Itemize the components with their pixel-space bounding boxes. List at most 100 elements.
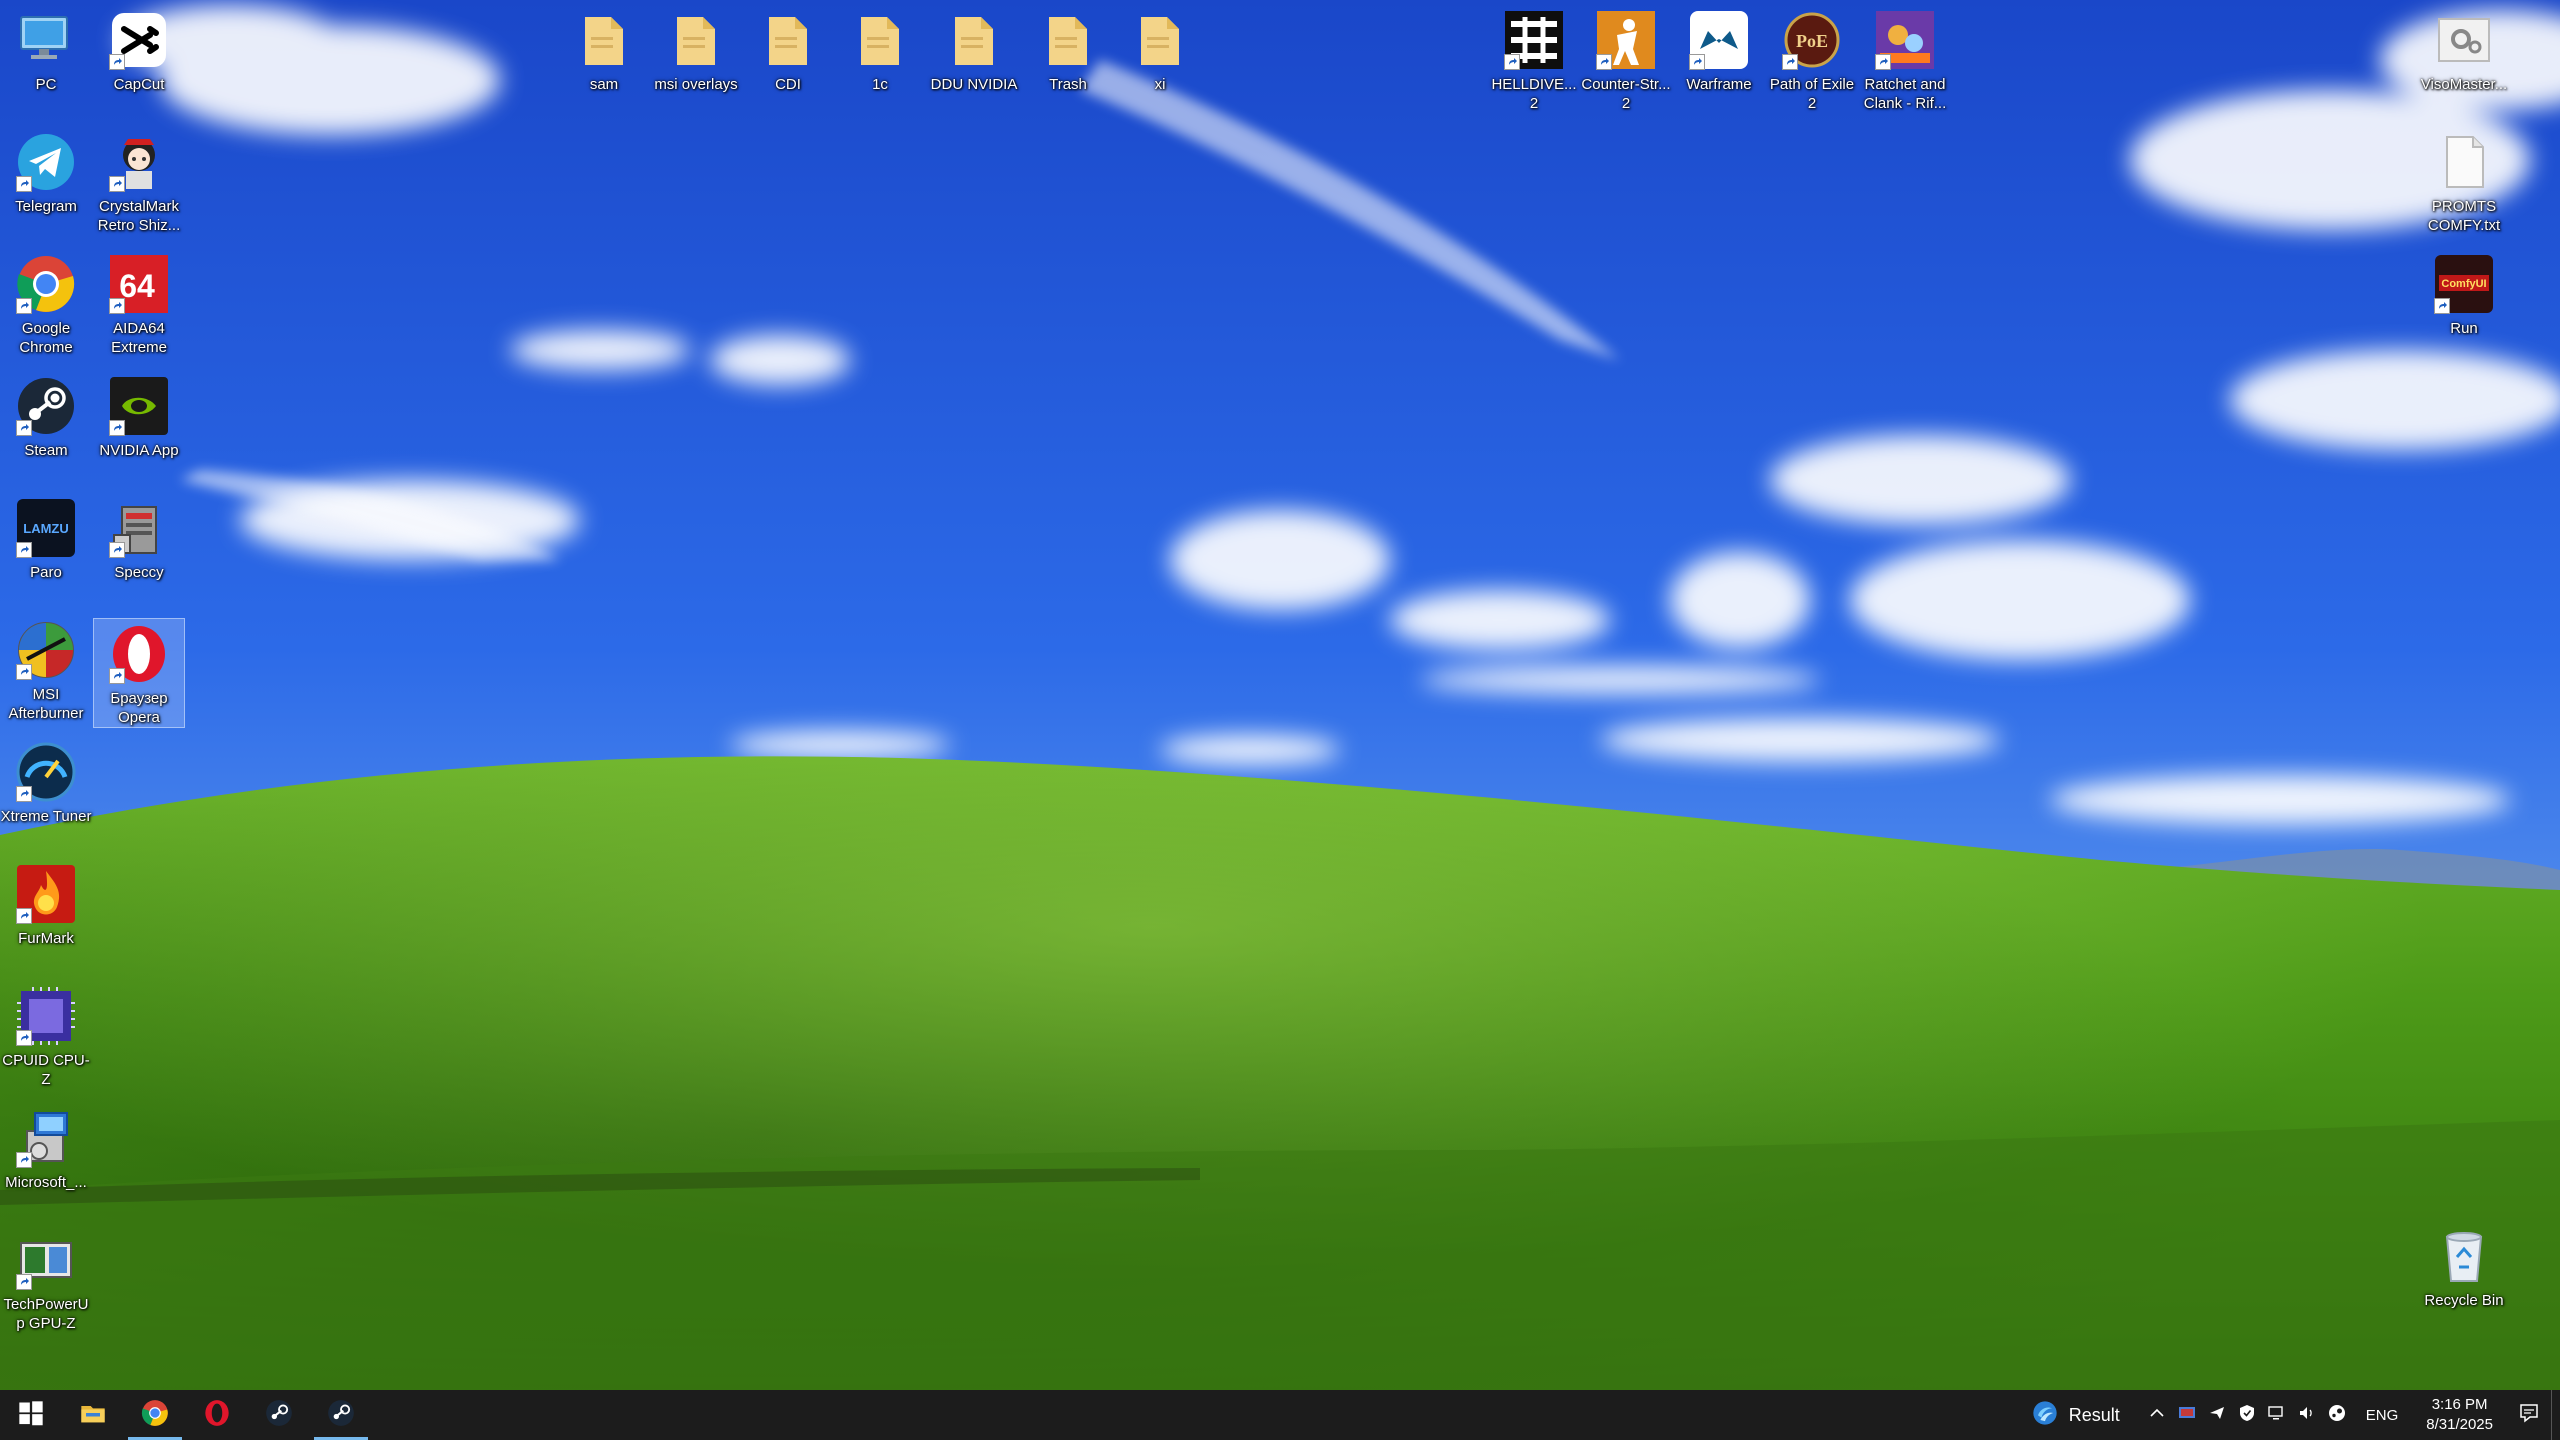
- desktop-icon-label: Speccy: [114, 564, 164, 581]
- taskbar-steam-window[interactable]: [310, 1390, 372, 1440]
- desktop-icon-recycle-bin[interactable]: Recycle Bin: [2418, 1220, 2510, 1311]
- desktop-icon-trash[interactable]: Trash: [1022, 4, 1114, 95]
- desktop-icon-prompts[interactable]: PROMTS COMFY.txt: [2418, 126, 2510, 236]
- desktop-icon-xtreme-tuner[interactable]: Xtreme Tuner: [0, 736, 92, 827]
- desktop-icon-label: Steam: [24, 442, 68, 459]
- desktop-icon-label: Trash: [1049, 76, 1087, 93]
- shortcut-arrow-icon: [1596, 54, 1612, 70]
- counter-strike-icon: [1595, 9, 1657, 71]
- notification-center-button[interactable]: [2507, 1390, 2551, 1440]
- desktop-icon-furmark[interactable]: FurMark: [0, 858, 92, 949]
- shortcut-arrow-icon: [16, 1274, 32, 1290]
- clock[interactable]: 3:16 PM 8/31/2025: [2412, 1395, 2507, 1435]
- furmark-icon: [15, 863, 77, 925]
- shortcut-arrow-icon: [16, 1152, 32, 1168]
- desktop-icon-warframe[interactable]: Warframe: [1673, 4, 1765, 95]
- desktop-icon-ddu-nvidia[interactable]: DDU NVIDIA: [928, 4, 1020, 95]
- desktop-icon-msi-afterburner[interactable]: MSI Afterburner: [0, 614, 92, 724]
- desktop-icon-label: HELLDIVE... 2: [1491, 76, 1577, 112]
- steam-icon: [265, 1399, 293, 1432]
- tray-security[interactable]: [2232, 1390, 2262, 1440]
- shortcut-arrow-icon: [2434, 298, 2450, 314]
- taskbar-chrome[interactable]: [124, 1390, 186, 1440]
- start-button[interactable]: [0, 1390, 62, 1440]
- desktop-icon-label: Telegram: [15, 198, 77, 215]
- shortcut-arrow-icon: [16, 908, 32, 924]
- tray-app-2[interactable]: [2202, 1390, 2232, 1440]
- desktop-icon-gpuz[interactable]: TechPowerUp GPU-Z: [0, 1224, 92, 1334]
- shortcut-arrow-icon: [109, 54, 125, 70]
- desktop-icon-capcut[interactable]: CapCut: [93, 4, 185, 95]
- desktop-icon-ratchet[interactable]: Ratchet and Clank - Rif...: [1859, 4, 1951, 114]
- opera-icon: [108, 623, 170, 685]
- desktop-icon-label: 1c: [872, 76, 888, 93]
- afterburner-icon: [15, 619, 77, 681]
- steam-icon: [2327, 1403, 2347, 1428]
- desktop-icon-label: CDI: [775, 76, 801, 93]
- xtreme-tuner-icon: [15, 741, 77, 803]
- installer-icon: [15, 1107, 77, 1169]
- desktop-icon-sam[interactable]: sam: [558, 4, 650, 95]
- desktop-icon-speccy[interactable]: Speccy: [93, 492, 185, 583]
- tray-app-1[interactable]: [2172, 1390, 2202, 1440]
- show-hidden-icons-button[interactable]: [2142, 1390, 2172, 1440]
- shortcut-arrow-icon: [16, 420, 32, 436]
- desktop-icon-pc[interactable]: PC: [0, 4, 92, 95]
- desktop-icon-visomaster[interactable]: VisoMaster...: [2418, 4, 2510, 95]
- airplane-icon: [2207, 1403, 2227, 1428]
- telegram-icon: [15, 131, 77, 193]
- desktop-icon-path-of-exile[interactable]: PoE Path of Exile 2: [1766, 4, 1858, 114]
- desktop-icon-msi-overlays[interactable]: msi overlays: [650, 4, 742, 95]
- desktop-icon-label: Path of Exile 2: [1769, 76, 1855, 112]
- desktop-icon-chrome[interactable]: Google Chrome: [0, 248, 92, 358]
- desktop-icon-label: AIDA64 Extreme: [111, 320, 167, 356]
- shortcut-arrow-icon: [16, 786, 32, 802]
- desktop-icon-cpuz[interactable]: CPUID CPU-Z: [0, 980, 92, 1090]
- desktop-icon-run[interactable]: ComfyUI Run: [2418, 248, 2510, 339]
- shortcut-arrow-icon: [1875, 54, 1891, 70]
- desktop-wallpaper: [0, 0, 2560, 1440]
- taskbar-opera[interactable]: [186, 1390, 248, 1440]
- shortcut-arrow-icon: [109, 298, 125, 314]
- monitor-app-icon: [2177, 1403, 2197, 1428]
- chevron-up-icon: [2147, 1403, 2167, 1428]
- desktop-icon-helldivers[interactable]: HELLDIVE... 2: [1488, 4, 1580, 114]
- desktop-icon-microsoft[interactable]: Microsoft_...: [0, 1102, 92, 1193]
- cpuz-icon: [15, 985, 77, 1047]
- desktop-icon-steam[interactable]: Steam: [0, 370, 92, 461]
- desktop-icon-telegram[interactable]: Telegram: [0, 126, 92, 217]
- desktop-icon-label: Paro: [30, 564, 62, 581]
- desktop-icon-label: Google Chrome: [19, 320, 73, 356]
- tray-network[interactable]: [2262, 1390, 2292, 1440]
- show-desktop-button[interactable]: [2551, 1390, 2560, 1440]
- desktop-icon-opera[interactable]: Браузер Opera: [93, 618, 185, 728]
- capcut-icon: [108, 9, 170, 71]
- weather-widget[interactable]: Result: [2009, 1390, 2142, 1440]
- desktop-icon-cdi[interactable]: CDI: [742, 4, 834, 95]
- shortcut-arrow-icon: [16, 664, 32, 680]
- desktop-icon-counter-strike[interactable]: Counter-Str... 2: [1580, 4, 1672, 114]
- desktop-icon-label: Xtreme Tuner: [0, 808, 92, 825]
- windows-start-icon: [17, 1399, 45, 1432]
- desktop-icon-label: msi overlays: [654, 76, 738, 93]
- desktop-icon-label: PC: [35, 76, 57, 93]
- folder-icon: [665, 9, 727, 71]
- folder-icon: [1129, 9, 1191, 71]
- desktop-icon-label: FurMark: [18, 930, 74, 947]
- desktop-icon-xi[interactable]: xi: [1114, 4, 1206, 95]
- paro-icon: LAMZU: [15, 497, 77, 559]
- language-indicator[interactable]: ENG: [2352, 1407, 2413, 1424]
- tray-steam[interactable]: [2322, 1390, 2352, 1440]
- tray-volume[interactable]: [2292, 1390, 2322, 1440]
- desktop-icon-paro[interactable]: LAMZU Paro: [0, 492, 92, 583]
- taskbar-file-explorer[interactable]: [62, 1390, 124, 1440]
- desktop-icon-label: MSI Afterburner: [8, 686, 84, 722]
- desktop-icon-aida64[interactable]: 64 AIDA64 Extreme: [93, 248, 185, 358]
- recycle-bin-icon: [2433, 1225, 2495, 1287]
- desktop-icon-nvidia-app[interactable]: NVIDIA App: [93, 370, 185, 461]
- taskbar-steam[interactable]: [248, 1390, 310, 1440]
- desktop-icon-1c[interactable]: 1c: [834, 4, 926, 95]
- desktop-icon-crystalmark[interactable]: CrystalMark Retro Shiz...: [93, 126, 185, 236]
- taskbar: Result ENG 3:16 PM 8/31/2025: [0, 1390, 2560, 1440]
- desktop-icon-label: CrystalMark Retro Shiz...: [97, 198, 181, 234]
